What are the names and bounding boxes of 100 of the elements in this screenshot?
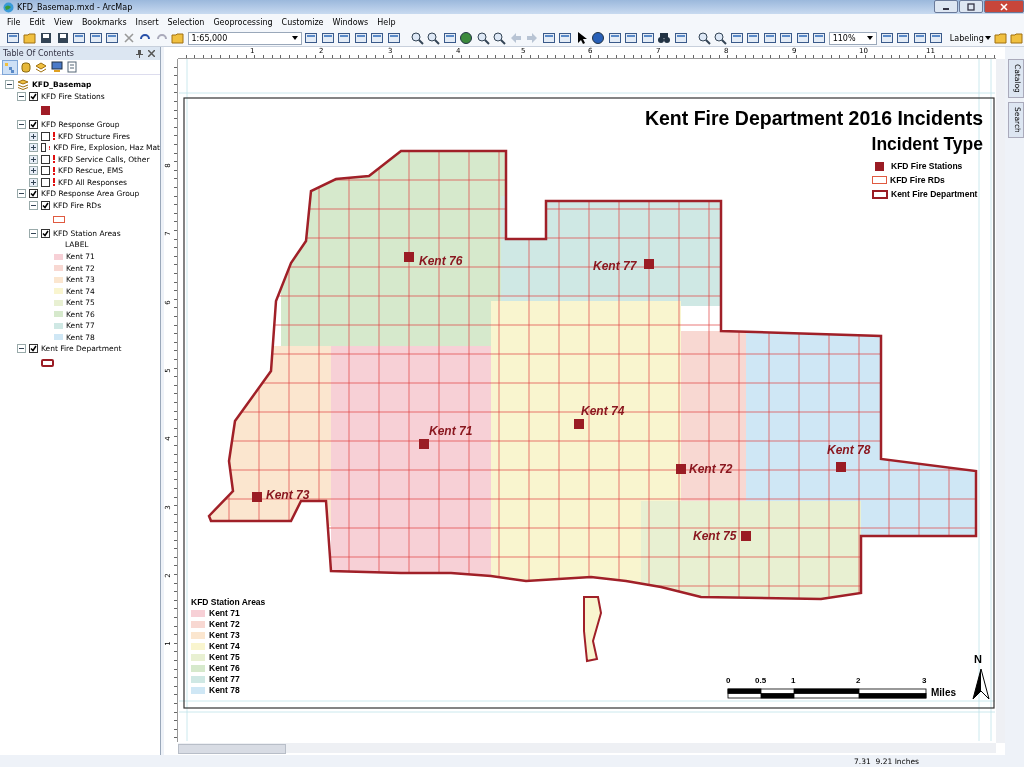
fire-station-marker — [836, 462, 846, 472]
close-icon[interactable] — [148, 50, 155, 57]
layer-checkbox[interactable] — [29, 120, 38, 130]
station-label: Kent 78 — [827, 443, 871, 457]
station-label: Kent 75 — [693, 529, 737, 543]
menu-item[interactable]: Edit — [29, 17, 45, 27]
legend-label: Kent 77 — [209, 674, 240, 685]
scale-label: 0.5 — [755, 676, 767, 685]
fire-station-marker — [741, 531, 751, 541]
collapse-icon[interactable] — [29, 229, 38, 239]
zoom-out-icon[interactable] — [492, 31, 507, 45]
layer-checkbox[interactable] — [29, 344, 38, 354]
fire-station-marker — [404, 252, 414, 262]
menu-item[interactable]: Windows — [332, 17, 369, 27]
expand-icon[interactable] — [29, 166, 38, 176]
pin-icon[interactable] — [136, 49, 143, 58]
legend-label: Kent Fire Department — [891, 189, 978, 199]
zoom-in-page-icon[interactable] — [696, 31, 711, 45]
caret-icon — [867, 36, 874, 40]
window-title: KFD_Basemap.mxd - ArcMap — [17, 2, 134, 12]
collapse-icon[interactable] — [17, 344, 26, 354]
fire-station-marker — [574, 419, 584, 429]
expand-icon[interactable] — [29, 177, 38, 187]
collapse-icon[interactable] — [29, 200, 38, 210]
caret-icon[interactable] — [985, 36, 991, 40]
menu-item[interactable]: Customize — [281, 17, 324, 27]
panel-title: Table Of Contents — [3, 49, 75, 58]
station-label: Kent 71 — [429, 424, 473, 438]
menu-item[interactable]: Insert — [135, 17, 159, 27]
zoom-out-page-icon[interactable] — [713, 31, 728, 45]
layout-icon[interactable] — [929, 31, 944, 45]
legend-label: Kent 78 — [209, 685, 240, 696]
layout-icon[interactable] — [896, 31, 911, 45]
collapse-icon[interactable] — [5, 80, 14, 90]
scale-label: 0 — [726, 676, 731, 685]
menu-item[interactable]: Selection — [167, 17, 205, 27]
window-icon[interactable] — [337, 31, 352, 45]
layer-checkbox[interactable] — [41, 154, 50, 164]
collapse-icon[interactable] — [17, 189, 26, 199]
layer-checkbox[interactable] — [41, 166, 50, 176]
layout-icon[interactable] — [879, 31, 894, 45]
menu-item[interactable]: Bookmarks — [81, 17, 127, 27]
list-by-drawing-order-icon[interactable] — [3, 60, 17, 74]
legend-label: KFD Fire RDs — [890, 175, 945, 185]
legend-label: KFD Fire Stations — [891, 161, 963, 171]
menu-item[interactable]: File — [7, 17, 21, 27]
zoom-out-icon[interactable] — [426, 31, 441, 45]
save-icon[interactable] — [39, 31, 53, 45]
zoom-dropdown[interactable]: 110% — [828, 31, 878, 45]
layer-checkbox[interactable] — [41, 229, 50, 239]
labeling-menu[interactable]: Labeling — [949, 33, 984, 43]
globe-icon[interactable] — [459, 31, 474, 45]
scroll-thumb[interactable] — [178, 744, 286, 754]
station-label: Kent 73 — [266, 488, 310, 502]
monitor-icon[interactable] — [51, 61, 63, 73]
menu-item[interactable]: Help — [377, 17, 396, 27]
legend-label: Kent 72 — [209, 619, 240, 630]
vertical-scrollbar[interactable] — [996, 59, 1005, 743]
station-label: Kent 72 — [689, 462, 733, 476]
scale-label: 3 — [922, 676, 927, 685]
legend-label: Kent 76 — [209, 663, 240, 674]
scale-dropdown[interactable]: 1:65,000 — [187, 31, 302, 45]
layer-checkbox[interactable] — [41, 177, 50, 187]
window-icon[interactable] — [353, 31, 368, 45]
layer-checkbox[interactable] — [29, 91, 38, 101]
window-icon[interactable] — [386, 31, 401, 45]
expand-icon[interactable] — [29, 143, 38, 153]
layer-checkbox[interactable] — [29, 189, 38, 199]
layer-checkbox[interactable] — [41, 131, 50, 141]
legend-label: Kent 71 — [209, 608, 240, 619]
scale-units: Miles — [931, 687, 956, 698]
maximize-button[interactable] — [959, 0, 983, 13]
legend-label: Kent 74 — [209, 641, 240, 652]
collapse-icon[interactable] — [17, 91, 26, 101]
window-icon[interactable] — [370, 31, 385, 45]
expand-icon[interactable] — [29, 154, 38, 164]
database-icon[interactable] — [21, 61, 31, 73]
zoom-in-icon[interactable] — [409, 31, 424, 45]
maximize-icon — [967, 2, 975, 11]
layers-icon[interactable] — [35, 61, 47, 73]
options-icon[interactable] — [67, 61, 77, 73]
identify-icon[interactable] — [591, 31, 606, 45]
layers-icon — [17, 79, 29, 91]
fire-station-marker — [676, 464, 686, 474]
layer-checkbox[interactable] — [41, 143, 47, 153]
station-label: Kent 74 — [581, 404, 625, 418]
north-label: N — [974, 653, 982, 665]
close-button[interactable] — [984, 0, 1024, 13]
zoom-in-icon[interactable] — [475, 31, 490, 45]
layer-checkbox[interactable] — [41, 200, 50, 210]
binoculars-icon[interactable] — [657, 31, 672, 45]
horizontal-scrollbar[interactable] — [178, 743, 996, 753]
minimize-button[interactable] — [934, 0, 958, 13]
layout-icon[interactable] — [912, 31, 927, 45]
collapse-icon[interactable] — [17, 120, 26, 130]
legend-label: Kent 73 — [209, 630, 240, 641]
caret-icon — [291, 36, 298, 40]
menu-item[interactable]: Geoprocessing — [213, 17, 273, 27]
menu-item[interactable]: View — [53, 17, 73, 27]
expand-icon[interactable] — [29, 131, 38, 141]
